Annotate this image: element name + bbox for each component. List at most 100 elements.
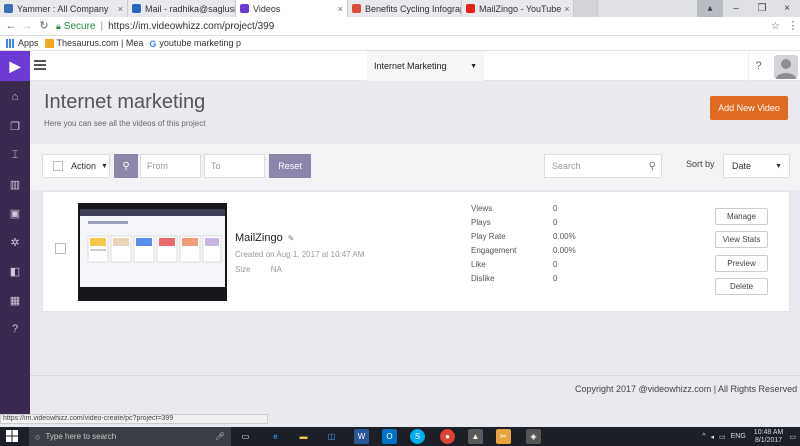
size-label: Size: [235, 265, 251, 274]
video-select-checkbox[interactable]: [55, 243, 66, 254]
play-icon: ▶: [9, 57, 21, 74]
sort-by-label: Sort by: [686, 159, 715, 169]
sidebar-item-bonus[interactable]: ▦: [0, 289, 30, 311]
add-new-video-button[interactable]: Add New Video: [710, 96, 788, 120]
help-button[interactable]: ?: [748, 51, 768, 81]
video-created-date: Created on Aug 1, 2017 at 10:47 AM: [235, 250, 365, 259]
sidebar-item-training[interactable]: ◧: [0, 260, 30, 282]
sort-select[interactable]: Date ▼: [723, 154, 790, 178]
chart-icon: ▥: [9, 178, 21, 191]
tab-mail[interactable]: Mail - radhika@saglusin ×: [128, 0, 236, 17]
videowhizz-logo[interactable]: ▶: [0, 51, 30, 81]
secure-label: Secure: [63, 21, 96, 32]
app-header: ▶ Internet Marketing ▼ ?: [0, 51, 800, 81]
back-icon[interactable]: ←: [4, 19, 18, 33]
sidebar-item-layout[interactable]: ⌶: [0, 144, 30, 166]
tab-label: Mail - radhika@saglusin: [145, 3, 236, 14]
close-icon[interactable]: ×: [335, 4, 343, 14]
star-icon[interactable]: ☆: [771, 21, 780, 32]
reset-button[interactable]: Reset: [269, 154, 311, 178]
search-input[interactable]: Search ⚲: [544, 154, 662, 178]
store-icon[interactable]: ◫: [324, 429, 339, 444]
video-thumbnail[interactable]: [78, 203, 227, 301]
tab-benefits[interactable]: Benefits Cycling Infograp ×: [348, 0, 462, 17]
profile-icon[interactable]: ▴: [697, 0, 723, 17]
network-icon[interactable]: ▭: [719, 433, 726, 441]
status-bar-url: https://im.videowhizz.com/video-create/p…: [0, 414, 268, 424]
taskbar-search-input[interactable]: ○ Type here to search 🎤︎: [29, 427, 231, 446]
microphone-icon[interactable]: 🎤︎: [215, 432, 225, 441]
bookmark-apps[interactable]: Apps: [6, 38, 39, 48]
preview-button[interactable]: Preview: [715, 255, 768, 272]
speaker-icon[interactable]: ◂: [710, 433, 714, 441]
tab-label: Yammer : All Company: [17, 3, 109, 14]
app-icon[interactable]: ◈: [526, 429, 541, 444]
main-content: Internet marketing Here you can see all …: [30, 81, 800, 416]
photos-icon[interactable]: ▲: [468, 429, 483, 444]
stat-label-engagement: Engagement: [471, 246, 517, 255]
video-title[interactable]: MailZingo ✎: [235, 232, 294, 244]
address-bar: ← → ↻ 🔒︎ Secure | https://im.videowhizz.…: [0, 17, 800, 36]
delete-button[interactable]: Delete: [715, 278, 768, 295]
edge-icon[interactable]: e: [268, 429, 283, 444]
apps-grid-icon: [6, 38, 15, 48]
outlook-icon[interactable]: O: [382, 429, 397, 444]
avatar[interactable]: [774, 55, 798, 79]
close-icon[interactable]: ×: [561, 4, 569, 14]
snipping-tool-icon[interactable]: ✂: [496, 429, 511, 444]
chrome-icon[interactable]: ●: [440, 429, 455, 444]
sidebar-item-home[interactable]: ⌂: [0, 86, 30, 108]
browser-tab-bar: Yammer : All Company × Mail - radhika@sa…: [0, 0, 800, 17]
yammer-favicon-icon: [4, 4, 13, 13]
sidebar: ⌂ ❐ ⌶ ▥ ▣ ✲ ◧ ▦ ?: [0, 81, 30, 416]
system-tray: ^ ◂ ▭ ENG 10:48 AM 8/1/2017 ▭: [702, 427, 796, 446]
tab-videos[interactable]: Videos ×: [236, 0, 348, 17]
manage-button[interactable]: Manage: [715, 208, 768, 225]
close-icon[interactable]: ×: [115, 4, 123, 14]
outlook-favicon-icon: [132, 4, 141, 13]
bookmark-thesaurus[interactable]: Thesaurus.com | Mea: [44, 38, 143, 48]
tab-yammer[interactable]: Yammer : All Company ×: [0, 0, 128, 17]
edit-pencil-icon[interactable]: ✎: [288, 234, 295, 243]
select-all-checkbox[interactable]: [53, 161, 63, 171]
language-icon[interactable]: ENG: [731, 433, 746, 440]
tab-youtube[interactable]: MailZingo - YouTube ×: [462, 0, 574, 17]
project-select[interactable]: Internet Marketing ▼: [367, 51, 484, 81]
clock[interactable]: 10:48 AM 8/1/2017: [754, 429, 784, 445]
sidebar-item-record[interactable]: ▣: [0, 202, 30, 224]
new-tab-button[interactable]: [574, 0, 598, 17]
sidebar-item-videos[interactable]: ❐: [0, 115, 30, 137]
clock-date: 8/1/2017: [754, 436, 783, 444]
bulk-action-dropdown[interactable]: Action ▼: [42, 154, 110, 178]
sidebar-item-settings[interactable]: ✲: [0, 231, 30, 253]
settings-icon: ✲: [10, 236, 20, 249]
chevron-up-icon[interactable]: ^: [702, 433, 705, 440]
forward-icon[interactable]: →: [20, 19, 34, 33]
reload-icon[interactable]: ↻: [37, 19, 51, 33]
hierarchy-view-button[interactable]: ⚲: [114, 154, 138, 178]
from-date-input[interactable]: From: [140, 154, 201, 178]
bookmark-youtube-marketing[interactable]: G youtube marketing p: [149, 38, 241, 49]
view-stats-button[interactable]: View Stats: [715, 231, 768, 248]
word-icon[interactable]: W: [354, 429, 369, 444]
notifications-icon[interactable]: ▭: [789, 433, 796, 441]
sidebar-item-analytics[interactable]: ▥: [0, 173, 30, 195]
file-explorer-icon[interactable]: ▬: [296, 429, 311, 444]
minimize-icon[interactable]: –: [723, 0, 749, 17]
task-view-icon[interactable]: ▭: [238, 429, 253, 444]
layout-icon: ⌶: [11, 148, 19, 161]
sidebar-item-help[interactable]: ?: [0, 318, 30, 340]
maximize-icon[interactable]: ❐: [749, 0, 775, 17]
help-icon: ?: [11, 323, 19, 335]
windows-start-icon[interactable]: [6, 430, 18, 442]
skype-icon[interactable]: S: [410, 429, 425, 444]
menu-icon[interactable]: ⋮: [786, 19, 800, 33]
hamburger-menu-icon[interactable]: [34, 60, 46, 70]
close-window-icon[interactable]: ×: [774, 0, 800, 17]
video-camera-icon: ▣: [9, 207, 21, 220]
caret-down-icon: ▼: [101, 162, 108, 170]
search-icon[interactable]: ⚲: [649, 161, 656, 172]
to-date-input[interactable]: To: [204, 154, 265, 178]
url-field[interactable]: 🔒︎ Secure | https://im.videowhizz.com/pr…: [56, 19, 780, 34]
thumbnail-image: [78, 203, 227, 301]
